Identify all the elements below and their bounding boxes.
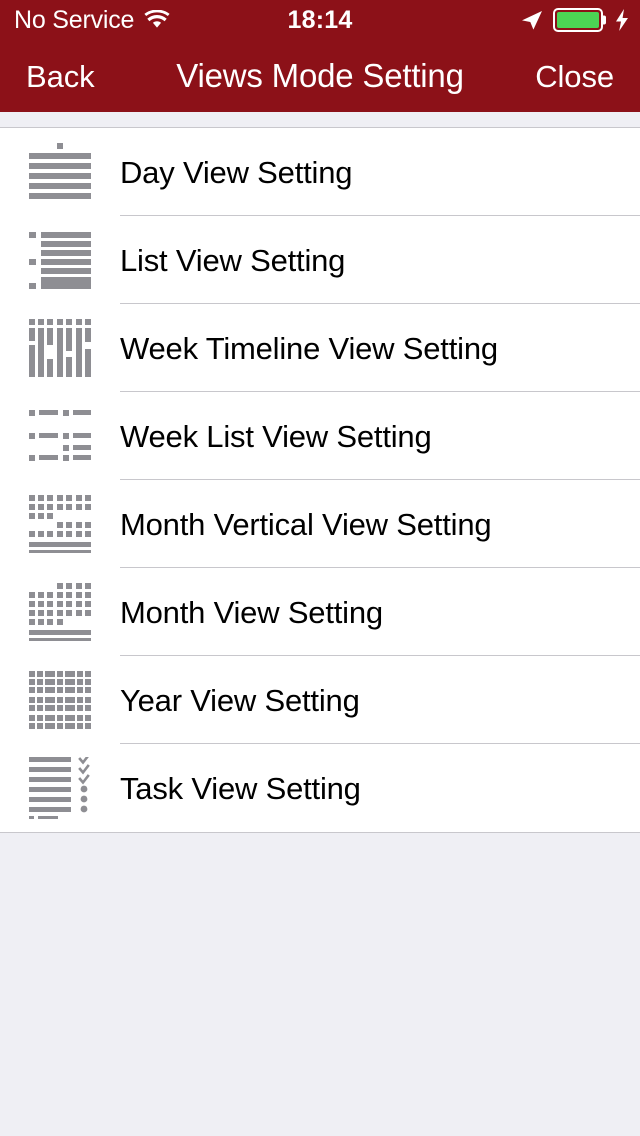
list-item[interactable]: Day View Setting [0,128,640,216]
clock-label: 18:14 [287,5,353,34]
battery-icon [553,8,606,32]
navigation-bar: Back Views Mode Setting Close [0,40,640,112]
status-bar-right [520,8,640,32]
list-item-label: Month Vertical View Setting [120,506,492,542]
year-view-icon [0,656,120,744]
list-item[interactable]: Week List View Setting [0,392,640,480]
location-arrow-icon [520,8,544,32]
list-item[interactable]: List View Setting [0,216,640,304]
list-item[interactable]: Week Timeline View Setting [0,304,640,392]
list-item-label: Day View Setting [120,154,353,190]
views-mode-list: Day View Setting List View Setting Week … [0,127,640,833]
list-item[interactable]: Task View Setting [0,744,640,832]
back-button[interactable]: Back [0,61,95,92]
list-item-label: Month View Setting [120,594,383,630]
month-vertical-view-icon [0,480,120,568]
wifi-icon [144,10,170,30]
close-button[interactable]: Close [535,61,640,92]
carrier-label: No Service [14,5,135,34]
list-item[interactable]: Month View Setting [0,568,640,656]
content-top-gap [0,112,640,127]
page-title: Views Mode Setting [176,57,464,94]
list-item-label: Year View Setting [120,682,360,718]
status-bar-left: No Service [0,6,170,35]
list-view-icon [0,216,120,304]
status-bar: No Service 18:14 [0,0,640,40]
list-item-label: List View Setting [120,242,346,278]
list-item-label: Week List View Setting [120,418,432,454]
week-timeline-view-icon [0,304,120,392]
week-list-view-icon [0,392,120,480]
list-item-label: Task View Setting [120,770,361,806]
day-view-icon [0,128,120,216]
battery-cap [603,15,606,25]
list-item[interactable]: Year View Setting [0,656,640,744]
task-view-icon [0,744,120,832]
list-item-label: Week Timeline View Setting [120,330,498,366]
month-view-icon [0,568,120,656]
battery-fill [557,12,599,28]
lightning-bolt-icon [612,8,630,32]
list-item[interactable]: Month Vertical View Setting [0,480,640,568]
